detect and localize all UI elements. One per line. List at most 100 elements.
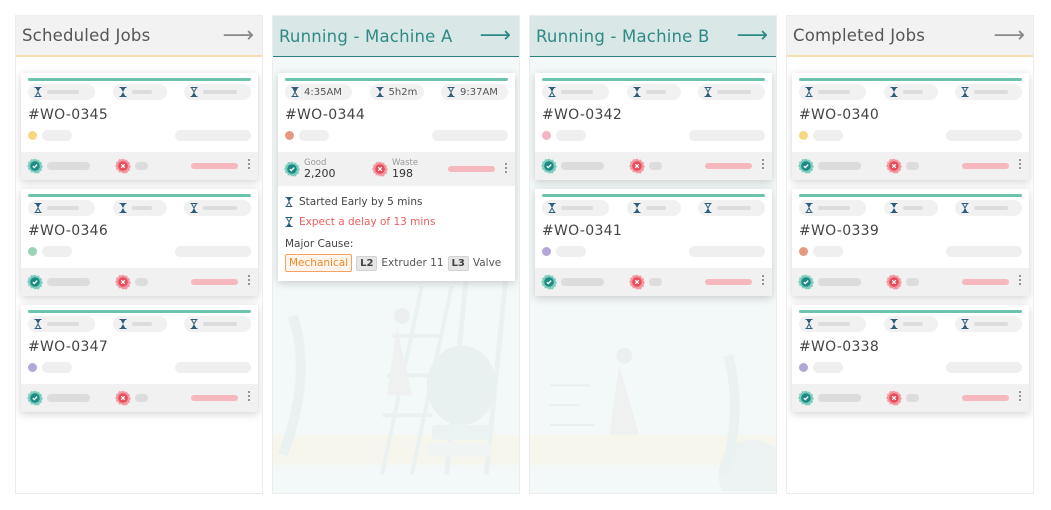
progress-bar: [542, 194, 765, 197]
work-order-id: #WO-0340: [799, 107, 880, 123]
placeholder-skeleton: [561, 206, 593, 210]
placeholder-skeleton: [818, 322, 850, 326]
kebab-menu-icon[interactable]: [248, 275, 250, 285]
job-card[interactable]: #WO-0341: [535, 189, 772, 296]
column-header: Running - Machine A ⟶: [273, 16, 519, 57]
meta-row: [28, 361, 251, 373]
placeholder-skeleton: [47, 278, 90, 286]
arrow-right-icon[interactable]: ⟶: [736, 25, 768, 47]
hourglass-start-icon: [548, 87, 556, 97]
column-completed-jobs: Completed Jobs ⟶ #WO-0340 #WO-0339 #WO-0…: [786, 15, 1034, 494]
x-badge-icon: [115, 390, 131, 406]
hourglass-half-icon: [119, 203, 126, 213]
good-count: [541, 274, 604, 290]
job-card[interactable]: 4:35AM 5h2m 9:37AM #WO-0344 Good 2,200 W…: [278, 73, 515, 281]
job-card[interactable]: #WO-0345: [21, 73, 258, 180]
placeholder-skeleton: [813, 245, 843, 257]
end-time-pill: [184, 200, 251, 216]
waste-bar: [448, 166, 495, 172]
waste-count: [629, 158, 662, 174]
duration-pill: [883, 84, 938, 100]
good-count: [27, 158, 90, 174]
x-badge-icon: [629, 274, 645, 290]
duration: 5h2m: [388, 86, 418, 98]
placeholder-skeleton: [818, 206, 850, 210]
placeholder-skeleton: [203, 322, 237, 326]
placeholder-skeleton: [946, 361, 1022, 373]
end-time-pill: [184, 84, 251, 100]
meta-row: [542, 245, 765, 257]
time-row: [542, 84, 765, 100]
start-time-pill: [799, 316, 866, 332]
column-scheduled-jobs: Scheduled Jobs ⟶ #WO-0345 #WO-0346 #WO-0…: [15, 15, 263, 494]
job-card[interactable]: #WO-0338: [792, 305, 1029, 412]
meta-row: [799, 361, 1022, 373]
start-time-pill: [542, 84, 609, 100]
hourglass-end-icon: [190, 319, 198, 329]
kebab-menu-icon[interactable]: [762, 159, 764, 169]
placeholder-skeleton: [649, 278, 662, 286]
waste-count: [886, 274, 919, 290]
hourglass-end-icon: [704, 203, 712, 213]
waste-count: [886, 390, 919, 406]
kebab-menu-icon[interactable]: [1019, 159, 1021, 169]
column-header: Completed Jobs ⟶: [787, 16, 1033, 57]
placeholder-skeleton: [135, 394, 148, 402]
kebab-menu-icon[interactable]: [1019, 391, 1021, 401]
job-card[interactable]: #WO-0347: [21, 305, 258, 412]
waste-count: Waste 198: [372, 158, 418, 180]
waste-value: 198: [392, 166, 413, 180]
end-time: 9:37AM: [460, 86, 498, 98]
placeholder-skeleton: [131, 322, 152, 326]
meta-row: [542, 129, 765, 141]
good-count: [798, 274, 861, 290]
work-order-id: #WO-0342: [542, 107, 623, 123]
progress-bar: [799, 310, 1022, 313]
job-card[interactable]: #WO-0346: [21, 189, 258, 296]
placeholder-skeleton: [902, 322, 923, 326]
x-badge-icon: [886, 390, 902, 406]
arrow-right-icon[interactable]: ⟶: [479, 25, 511, 47]
status-dot: [799, 130, 808, 140]
waste-bar: [962, 395, 1009, 401]
duration-pill: [112, 84, 167, 100]
placeholder-skeleton: [131, 206, 152, 210]
card-footer: [535, 152, 772, 180]
good-count: [798, 158, 861, 174]
good-count: [798, 390, 861, 406]
start-time: 4:35AM: [304, 86, 342, 98]
kebab-menu-icon[interactable]: [248, 159, 250, 169]
x-badge-icon: [372, 161, 388, 177]
job-card[interactable]: #WO-0342: [535, 73, 772, 180]
work-order-id: #WO-0344: [285, 107, 366, 123]
job-card[interactable]: #WO-0339: [792, 189, 1029, 296]
work-order-id: #WO-0339: [799, 223, 880, 239]
job-card[interactable]: #WO-0340: [792, 73, 1029, 180]
waste-bar: [705, 163, 752, 169]
kebab-menu-icon[interactable]: [1019, 275, 1021, 285]
placeholder-skeleton: [175, 129, 251, 141]
hourglass-start-icon: [805, 319, 813, 329]
arrow-right-icon[interactable]: ⟶: [993, 24, 1025, 47]
hourglass-end-icon: [285, 217, 293, 227]
check-badge-icon: [27, 158, 43, 174]
level-badge: L3: [447, 255, 469, 271]
kebab-menu-icon[interactable]: [248, 391, 250, 401]
hourglass-start-icon: [34, 319, 42, 329]
placeholder-skeleton: [974, 206, 1008, 210]
kebab-menu-icon[interactable]: [505, 163, 507, 173]
time-row: [28, 84, 251, 100]
start-time-pill: [799, 200, 866, 216]
progress-bar: [799, 194, 1022, 197]
arrow-right-icon[interactable]: ⟶: [222, 24, 254, 47]
level-badge: L2: [356, 255, 378, 271]
end-time-pill: 9:37AM: [441, 84, 508, 100]
placeholder-skeleton: [906, 394, 919, 402]
work-order-id: #WO-0338: [799, 339, 880, 355]
waste-count: [629, 274, 662, 290]
placeholder-skeleton: [203, 90, 237, 94]
kebab-menu-icon[interactable]: [762, 275, 764, 285]
start-time-pill: [28, 84, 95, 100]
end-time-pill: [955, 200, 1022, 216]
placeholder-skeleton: [974, 90, 1008, 94]
